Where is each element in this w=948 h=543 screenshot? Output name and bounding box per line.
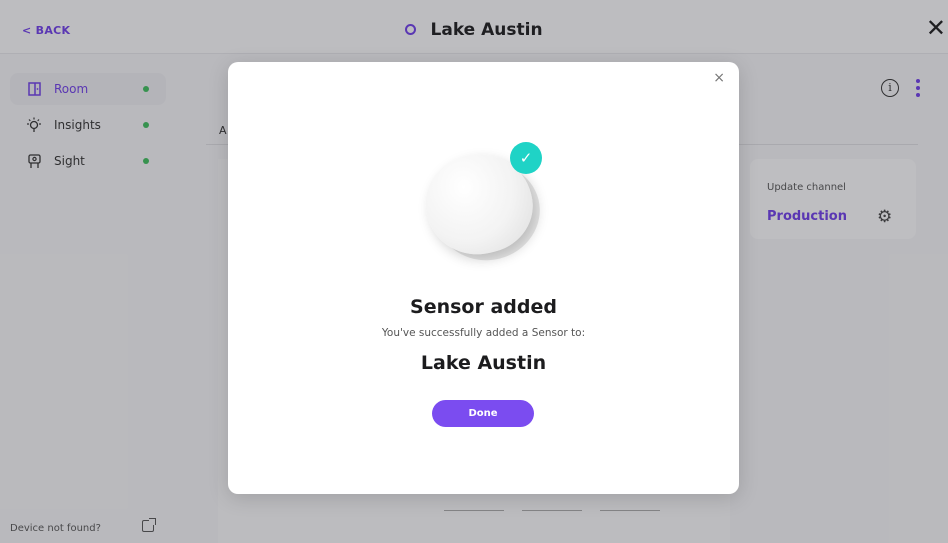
sensor-added-dialog: × ✓ Sensor added You've successfully add… [228,62,739,494]
sensor-illustration: ✓ [415,142,552,272]
dialog-room-name: Lake Austin [420,352,547,374]
done-button[interactable]: Done [432,400,534,427]
dialog-subtitle: You've successfully added a Sensor to: [381,327,586,339]
dialog-title: Sensor added [410,296,557,318]
check-icon: ✓ [510,142,542,174]
dialog-close-button[interactable]: × [713,70,725,86]
